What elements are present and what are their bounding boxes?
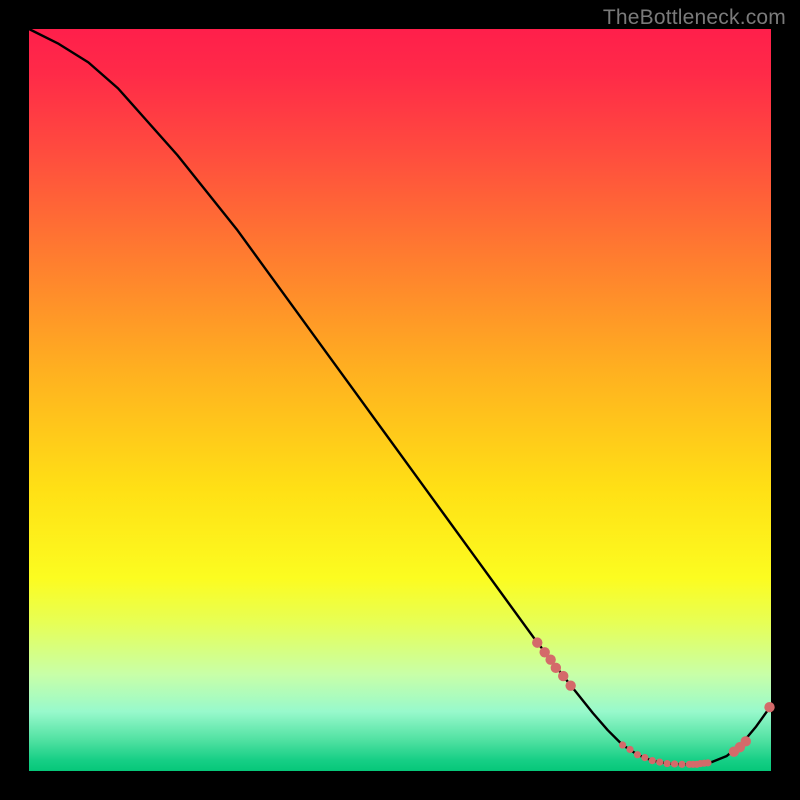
chart-marker (532, 637, 542, 647)
chart-marker (641, 754, 648, 761)
chart-marker (656, 759, 663, 766)
chart-marker (634, 751, 641, 758)
chart-marker (558, 671, 568, 681)
chart-marker (626, 746, 633, 753)
chart-svg (29, 29, 771, 771)
chart-stage: TheBottleneck.com (0, 0, 800, 800)
chart-marker (764, 702, 774, 712)
chart-marker (551, 663, 561, 673)
chart-marker (565, 680, 575, 690)
chart-marker (664, 760, 671, 767)
chart-curve (29, 29, 771, 764)
chart-marker (741, 736, 751, 746)
chart-markers (532, 637, 775, 767)
chart-marker (704, 759, 711, 766)
chart-marker (671, 760, 678, 767)
chart-marker (649, 757, 656, 764)
chart-curve-path (29, 29, 771, 764)
chart-marker (678, 761, 685, 768)
chart-marker (619, 741, 626, 748)
watermark-text: TheBottleneck.com (603, 6, 786, 30)
